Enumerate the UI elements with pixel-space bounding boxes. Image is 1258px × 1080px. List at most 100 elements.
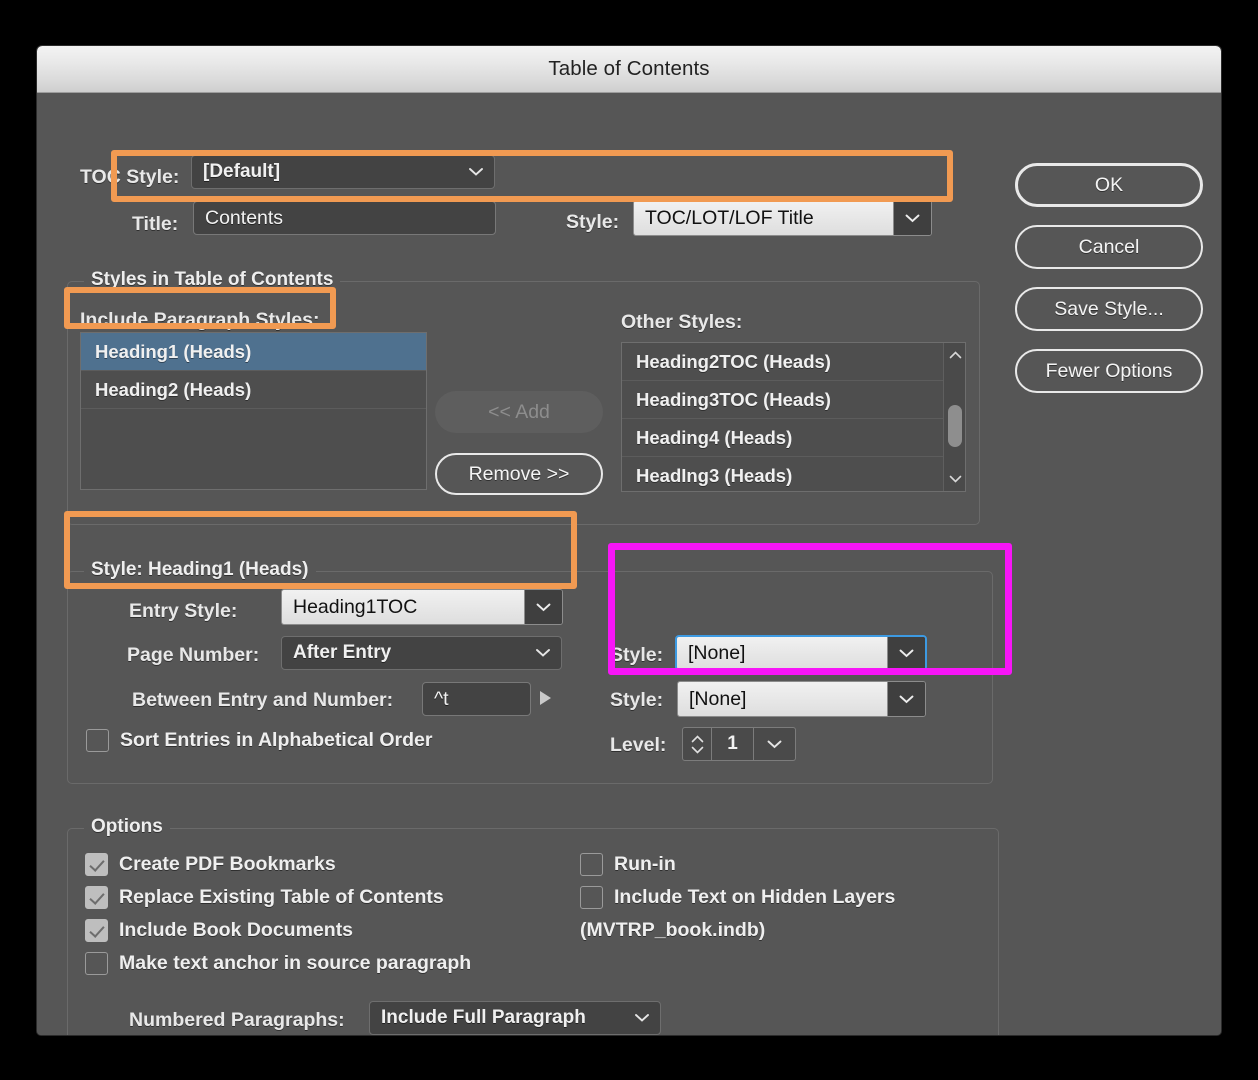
chevron-down-icon	[469, 168, 483, 176]
save-style-button-label: Save Style...	[1054, 297, 1164, 320]
list-item-empty[interactable]	[81, 409, 426, 447]
level-label: Level:	[610, 734, 667, 756]
title-style-value: TOC/LOT/LOF Title	[634, 201, 893, 235]
level-stepper-arrows[interactable]	[682, 727, 712, 761]
level-value[interactable]: 1	[712, 727, 754, 761]
include-hidden-layers-checkbox[interactable]	[580, 886, 603, 909]
create-pdf-bookmarks-checkbox[interactable]	[85, 853, 108, 876]
chevron-down-icon	[767, 740, 782, 748]
cancel-button-label: Cancel	[1078, 235, 1140, 258]
chevron-down-icon	[536, 603, 551, 611]
make-text-anchor-label: Make text anchor in source paragraph	[119, 952, 472, 974]
right-style1-label: Style:	[610, 644, 664, 666]
chevron-down-icon	[635, 1014, 649, 1022]
list-item[interactable]: Heading1 (Heads)	[81, 333, 426, 371]
make-text-anchor-row[interactable]: Make text anchor in source paragraph	[85, 952, 471, 975]
dialog-body: TOC Style: [Default] Title: Contents Sty…	[37, 93, 1221, 1035]
toc-style-label: TOC Style:	[80, 166, 180, 188]
title-style-dropdown-arrow[interactable]	[893, 201, 931, 235]
chevron-up-icon	[691, 734, 703, 742]
right-style2-value: [None]	[678, 682, 887, 716]
entry-style-dropdown[interactable]: Heading1TOC	[281, 589, 563, 625]
replace-existing-toc-row[interactable]: Replace Existing Table of Contents	[85, 886, 471, 909]
chevron-down-icon	[536, 649, 550, 657]
fewer-options-button-label: Fewer Options	[1045, 359, 1173, 382]
page-number-label: Page Number:	[127, 644, 260, 666]
title-label: Title:	[132, 213, 179, 235]
add-button[interactable]: << Add	[435, 391, 603, 433]
chevron-down-icon	[899, 695, 914, 703]
include-hidden-layers-label: Include Text on Hidden Layers	[614, 886, 896, 908]
book-file-name: (MVTRP_book.indb)	[580, 919, 766, 941]
entry-style-dropdown-arrow[interactable]	[524, 590, 562, 624]
special-character-menu-icon[interactable]	[540, 691, 551, 705]
right-style1-dropdown[interactable]: [None]	[675, 635, 927, 671]
other-styles-label: Other Styles:	[621, 311, 743, 333]
fewer-options-button[interactable]: Fewer Options	[1015, 349, 1203, 393]
title-style-dropdown[interactable]: TOC/LOT/LOF Title	[633, 200, 932, 236]
between-entry-and-number-label: Between Entry and Number:	[132, 689, 394, 711]
save-style-button[interactable]: Save Style...	[1015, 287, 1203, 331]
include-paragraph-styles-label: Include Paragraph Styles:	[80, 309, 320, 331]
table-of-contents-dialog: Table of Contents TOC Style: [Default] T…	[36, 45, 1222, 1036]
list-item[interactable]: HeadIng3 (Heads)	[622, 457, 965, 491]
style-heading1-group-title: Style: Heading1 (Heads)	[84, 559, 316, 581]
between-entry-and-number-input[interactable]: ^t	[422, 682, 531, 716]
page-number-dropdown[interactable]: After Entry	[281, 636, 562, 670]
title-input[interactable]: Contents	[193, 201, 496, 235]
scroll-up-arrow-icon[interactable]	[944, 345, 965, 365]
make-text-anchor-checkbox[interactable]	[85, 952, 108, 975]
list-item[interactable]: Heading2TOC (Heads)	[622, 343, 965, 381]
remove-button-label: Remove >>	[468, 462, 570, 485]
toc-style-value: [Default]	[203, 161, 281, 182]
options-group-title: Options	[84, 816, 170, 838]
right-style2-label: Style:	[610, 689, 664, 711]
between-entry-and-number-value: ^t	[434, 687, 449, 710]
sort-entries-checkbox-row[interactable]: Sort Entries in Alphabetical Order	[86, 729, 432, 752]
list-item[interactable]: Heading2 (Heads)	[81, 371, 426, 409]
list-item-empty[interactable]	[81, 447, 426, 485]
level-stepper[interactable]: 1	[682, 727, 796, 761]
add-button-label: << Add	[488, 400, 550, 423]
options-left-column: Create PDF Bookmarks Replace Existing Ta…	[85, 853, 471, 985]
include-hidden-layers-row[interactable]: Include Text on Hidden Layers	[580, 886, 895, 909]
chevron-down-icon	[691, 746, 703, 754]
ok-button[interactable]: OK	[1015, 163, 1203, 207]
numbered-paragraphs-label: Numbered Paragraphs:	[129, 1009, 345, 1031]
right-style1-dropdown-arrow[interactable]	[887, 637, 925, 669]
run-in-checkbox[interactable]	[580, 853, 603, 876]
sort-entries-checkbox[interactable]	[86, 729, 109, 752]
cancel-button[interactable]: Cancel	[1015, 225, 1203, 269]
other-styles-scrollbar[interactable]	[943, 343, 965, 491]
level-dropdown-arrow[interactable]	[754, 727, 796, 761]
right-style2-dropdown-arrow[interactable]	[887, 682, 925, 716]
list-item[interactable]: Heading3TOC (Heads)	[622, 381, 965, 419]
entry-style-label: Entry Style:	[129, 600, 238, 622]
entry-style-value: Heading1TOC	[282, 590, 524, 624]
numbered-paragraphs-dropdown[interactable]: Include Full Paragraph	[369, 1001, 661, 1035]
title-style-label: Style:	[566, 211, 620, 233]
include-book-documents-label: Include Book Documents	[119, 919, 354, 941]
sort-entries-label: Sort Entries in Alphabetical Order	[120, 729, 433, 751]
title-input-value: Contents	[205, 206, 284, 229]
replace-existing-toc-checkbox[interactable]	[85, 886, 108, 909]
include-book-documents-row[interactable]: Include Book Documents	[85, 919, 471, 942]
list-item[interactable]: Heading4 (Heads)	[622, 419, 965, 457]
toc-style-dropdown[interactable]: [Default]	[191, 155, 495, 189]
include-paragraph-styles-list[interactable]: Heading1 (Heads) Heading2 (Heads)	[80, 332, 427, 490]
page-number-value: After Entry	[293, 642, 392, 663]
styles-in-toc-group-title: Styles in Table of Contents	[84, 269, 341, 291]
scroll-down-arrow-icon[interactable]	[944, 469, 965, 489]
include-book-documents-checkbox[interactable]	[85, 919, 108, 942]
dialog-titlebar: Table of Contents	[37, 46, 1221, 93]
other-styles-list[interactable]: Heading2TOC (Heads) Heading3TOC (Heads) …	[621, 342, 966, 492]
right-style1-value: [None]	[677, 637, 887, 669]
create-pdf-bookmarks-label: Create PDF Bookmarks	[119, 853, 336, 875]
run-in-row[interactable]: Run-in	[580, 853, 895, 876]
right-style2-dropdown[interactable]: [None]	[677, 681, 926, 717]
remove-button[interactable]: Remove >>	[435, 453, 603, 495]
create-pdf-bookmarks-row[interactable]: Create PDF Bookmarks	[85, 853, 471, 876]
chevron-down-icon	[899, 649, 914, 657]
ok-button-label: OK	[1094, 173, 1124, 196]
scrollbar-thumb[interactable]	[948, 405, 962, 447]
